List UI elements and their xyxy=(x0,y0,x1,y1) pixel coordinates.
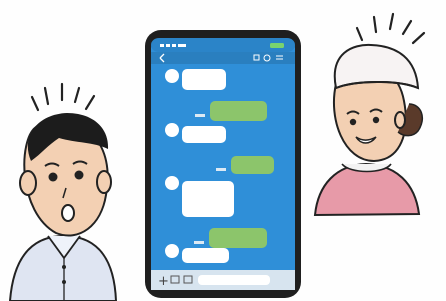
message-input xyxy=(198,275,270,285)
boy-right-eye xyxy=(74,170,84,180)
incoming-message-bubble xyxy=(182,126,226,143)
surprised-boy xyxy=(8,113,118,301)
contact-avatar xyxy=(165,123,179,137)
contact-avatar xyxy=(165,244,179,258)
incoming-message-bubble xyxy=(182,248,229,263)
outgoing-message-bubble xyxy=(210,101,267,121)
outgoing-message-bubble xyxy=(231,156,274,174)
contact-avatar xyxy=(165,176,179,190)
chat-illustration: + xyxy=(8,12,426,301)
boy-open-mouth xyxy=(61,204,75,222)
outgoing-message-bubble xyxy=(209,228,267,248)
girl-shock-lines xyxy=(355,12,426,45)
smiling-girl xyxy=(313,43,424,217)
incoming-message-bubble xyxy=(182,181,234,217)
battery-icon xyxy=(270,43,284,48)
smartphone: + xyxy=(145,30,301,298)
contact-avatar xyxy=(165,69,179,83)
illustration-scene: + xyxy=(0,0,446,301)
boy-shock-lines xyxy=(30,82,96,112)
svg-text:+: + xyxy=(158,274,169,289)
boy-left-eye xyxy=(48,172,58,182)
incoming-message-bubble xyxy=(182,69,226,90)
